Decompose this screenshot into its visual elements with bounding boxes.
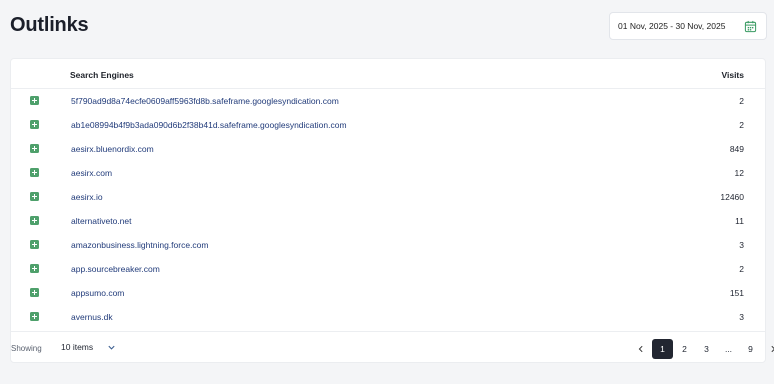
table-row: app.sourcebreaker.com 2 [11,258,765,282]
page-title: Outlinks [10,14,89,36]
page-button-9[interactable]: 9 [740,339,761,359]
visits-count: 849 [729,144,744,154]
table-header: Search Engines Visits [11,59,765,89]
expand-row-icon[interactable] [30,192,39,201]
domain-link[interactable]: alternativeto.net [71,216,131,226]
table-row: 5f790ad9d8a74ecfe0609aff5963fd8b.safefra… [11,90,765,114]
next-page-button[interactable] [762,339,774,359]
date-range-picker[interactable]: 01 Nov, 2025 - 30 Nov, 2025 [609,12,767,40]
visits-count: 12 [734,168,744,178]
items-per-page-select[interactable]: 10 items [61,342,116,352]
domain-link[interactable]: aesirx.com [71,168,112,178]
domain-link[interactable]: amazonbusiness.lightning.force.com [71,240,209,250]
expand-row-icon[interactable] [30,240,39,249]
visits-count: 3 [739,312,744,322]
calendar-icon [744,20,757,33]
page-ellipsis: ... [724,344,733,354]
expand-row-icon[interactable] [30,96,39,105]
items-per-page-value: 10 items [61,342,94,352]
footer-divider [11,331,765,332]
showing-label: Showing [11,344,42,353]
visits-count: 2 [739,120,744,130]
column-header-visits[interactable]: Visits [721,70,744,80]
table-row: alternativeto.net 11 [11,210,765,234]
visits-count: 2 [739,96,744,106]
domain-link[interactable]: aesirx.bluenordix.com [71,144,154,154]
expand-row-icon[interactable] [30,144,39,153]
domain-link[interactable]: aesirx.io [71,192,103,202]
table-row: aesirx.com 12 [11,162,765,186]
table-row: amazonbusiness.lightning.force.com 3 [11,234,765,258]
domain-link[interactable]: 5f790ad9d8a74ecfe0609aff5963fd8b.safefra… [71,96,339,106]
visits-count: 151 [729,288,744,298]
visits-count: 12460 [720,192,744,202]
visits-count: 11 [735,216,744,226]
outlinks-table-card: Search Engines Visits 5f790ad9d8a74ecfe0… [10,58,774,363]
page-button-1[interactable]: 1 [652,339,673,359]
column-header-search-engines[interactable]: Search Engines [70,70,134,80]
page-button-3[interactable]: 3 [696,339,717,359]
table-row: appsumo.com 151 [11,282,765,306]
expand-row-icon[interactable] [30,312,39,321]
table-row: ab1e08994b4f9b3ada090d6b2f38b41d.safefra… [11,114,765,138]
domain-link[interactable]: app.sourcebreaker.com [71,264,160,274]
chevron-right-icon [770,345,774,353]
expand-row-icon[interactable] [30,216,39,225]
chevron-down-icon [108,345,115,350]
expand-row-icon[interactable] [30,264,39,273]
visits-count: 2 [739,264,744,274]
domain-link[interactable]: appsumo.com [71,288,124,298]
previous-page-button[interactable] [630,339,651,359]
table-row: aesirx.bluenordix.com 849 [11,138,765,162]
expand-row-icon[interactable] [30,288,39,297]
table-row: aesirx.io 12460 [11,186,765,210]
expand-row-icon[interactable] [30,168,39,177]
chevron-left-icon [638,345,643,353]
domain-link[interactable]: ab1e08994b4f9b3ada090d6b2f38b41d.safefra… [71,120,347,130]
page-button-2[interactable]: 2 [674,339,695,359]
table-row: avernus.dk 3 [11,306,765,330]
pagination: 1 2 3 ... 9 [630,339,774,359]
visits-count: 3 [739,240,744,250]
expand-row-icon[interactable] [30,120,39,129]
domain-link[interactable]: avernus.dk [71,312,113,322]
date-range-label: 01 Nov, 2025 - 30 Nov, 2025 [618,21,726,31]
